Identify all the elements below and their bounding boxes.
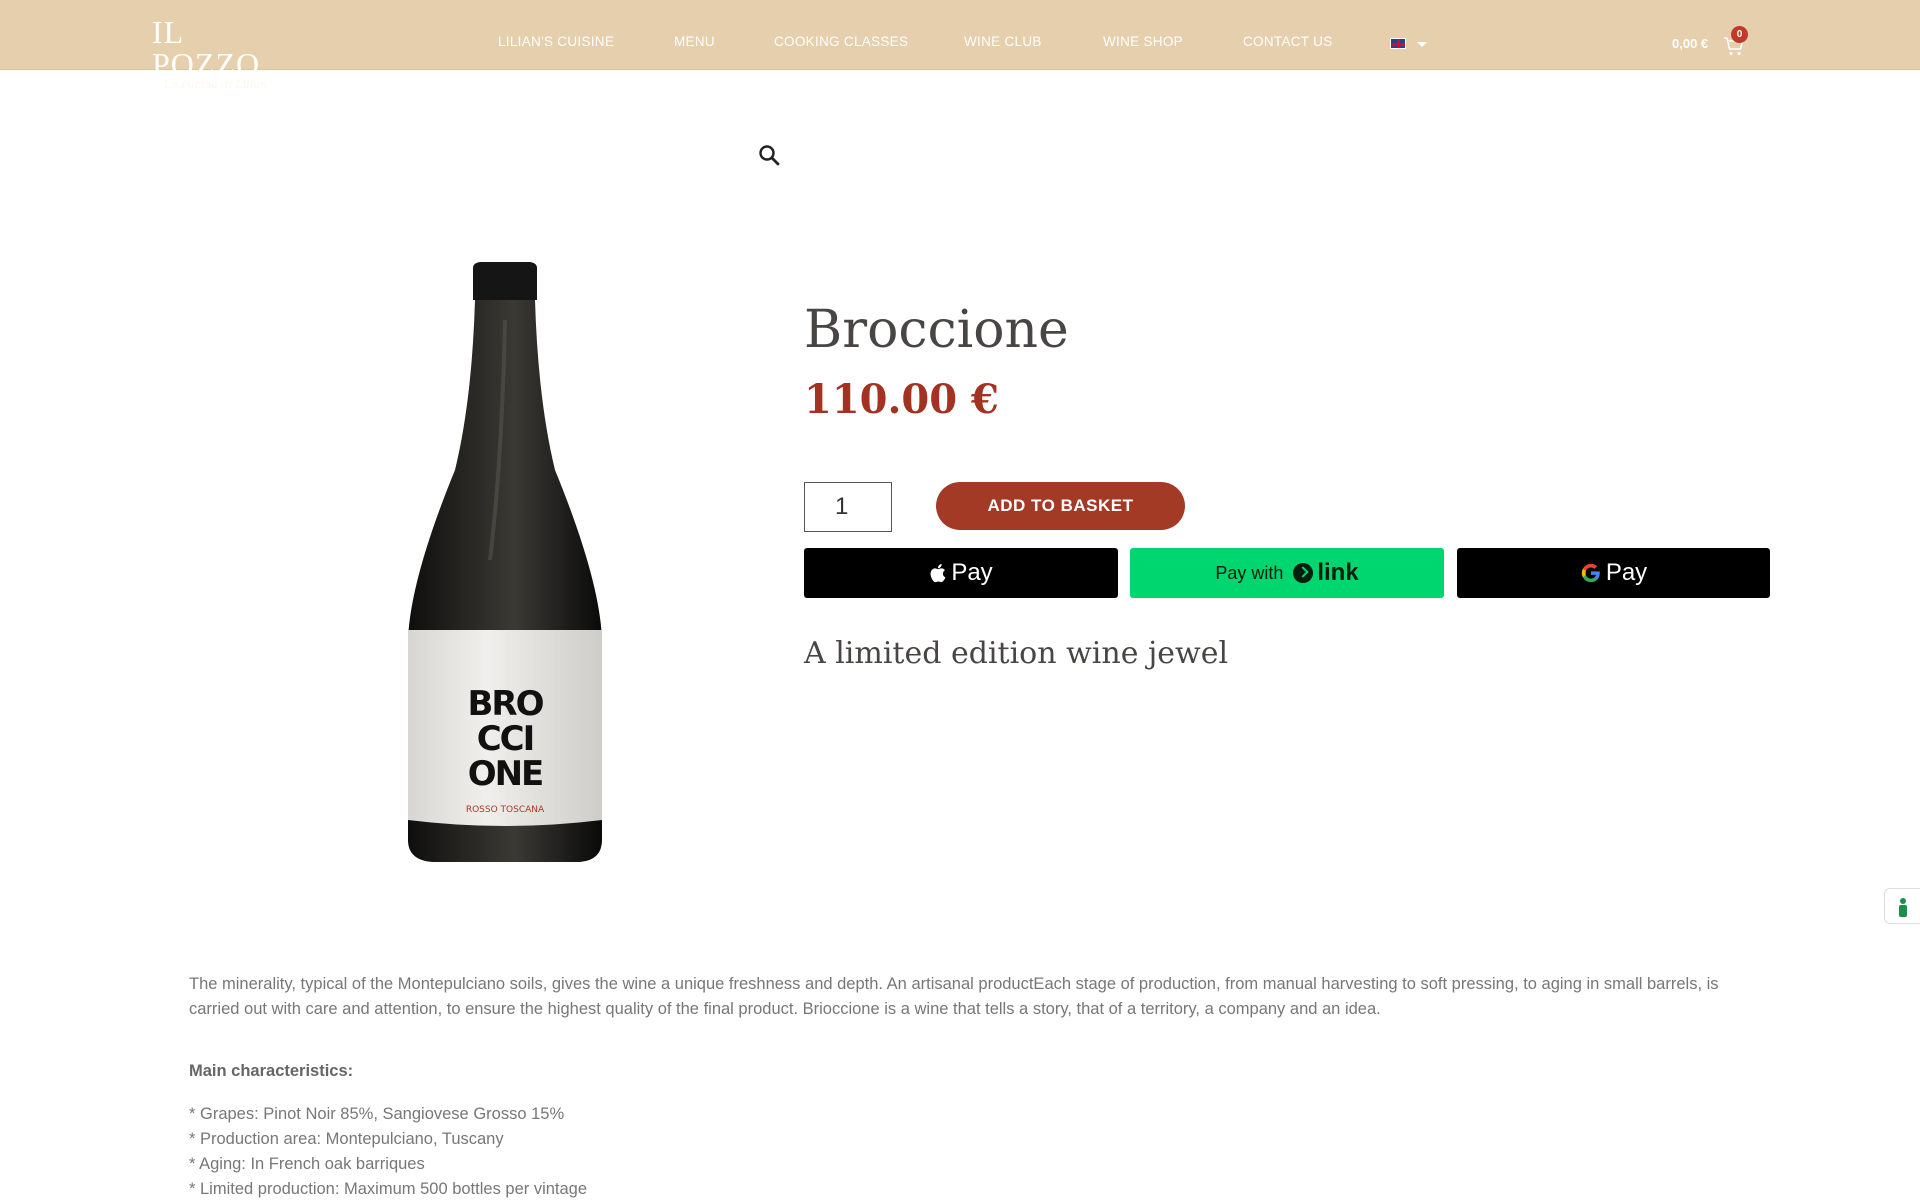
- link-pay-button[interactable]: Pay with link: [1130, 548, 1444, 598]
- logo-text: IL POZZO: [152, 14, 261, 82]
- nav-item-wine-shop[interactable]: WINE SHOP: [1103, 34, 1183, 49]
- product-title: Broccione: [804, 300, 1069, 360]
- cart-total: 0,00 €: [1672, 36, 1709, 51]
- list-item: * Grapes: Pinot Noir 85%, Sangiovese Gro…: [189, 1105, 565, 1123]
- uk-flag-icon: [1390, 38, 1406, 49]
- svg-text:ONE: ONE: [468, 754, 543, 794]
- add-to-basket-button[interactable]: ADD TO BASKET: [936, 482, 1185, 530]
- link-arrow-icon: [1293, 563, 1314, 583]
- product-tagline: A limited edition wine jewel: [804, 636, 1229, 671]
- bottle-sub-label: ROSSO TOSCANA: [466, 805, 545, 815]
- product-description: The minerality, typical of the Montepulc…: [189, 975, 1719, 1018]
- nav-item-contact-us[interactable]: CONTACT US: [1243, 34, 1333, 49]
- link-pay-brand: link: [1317, 559, 1359, 586]
- svg-text:CCI: CCI: [477, 719, 534, 759]
- apple-logo-icon: [930, 564, 946, 583]
- apple-pay-button[interactable]: Pay: [804, 548, 1118, 598]
- zoom-icon[interactable]: [758, 144, 780, 166]
- product-image[interactable]: BRO CCI ONE ROSSO TOSCANA: [390, 260, 620, 865]
- nav-item-cooking-classes[interactable]: COOKING CLASSES: [774, 34, 908, 49]
- cart-count-badge: 0: [1731, 26, 1748, 43]
- nav-item-lilians-cuisine[interactable]: LILIAN'S CUISINE: [498, 34, 614, 49]
- cart-button[interactable]: 0,00 € 0: [1672, 26, 1762, 58]
- site-logo[interactable]: IL POZZO La cucina di Lilian: [152, 16, 292, 91]
- list-item: * Limited production: Maximum 500 bottle…: [189, 1180, 588, 1198]
- nav-item-wine-club[interactable]: WINE CLUB: [964, 34, 1042, 49]
- google-pay-label: Pay: [1605, 559, 1648, 586]
- site-header: IL POZZO La cucina di Lilian LILIAN'S CU…: [0, 0, 1920, 91]
- product-price: 110.00 €: [804, 376, 999, 423]
- link-pay-prefix: Pay with: [1215, 562, 1284, 583]
- list-item: * Production area: Montepulciano, Tuscan…: [189, 1130, 504, 1148]
- apple-pay-label: Pay: [951, 559, 993, 586]
- svg-text:BRO: BRO: [468, 684, 544, 724]
- google-pay-button[interactable]: Pay: [1457, 548, 1770, 598]
- nav-item-menu[interactable]: MENU: [674, 34, 715, 49]
- list-item: * Aging: In French oak barriques: [189, 1155, 425, 1173]
- accessibility-widget-button[interactable]: [1884, 888, 1920, 924]
- logo-subtitle: La cucina di Lilian: [164, 78, 267, 91]
- chevron-down-icon: [1417, 42, 1427, 47]
- accessibility-icon: [1900, 898, 1906, 904]
- language-switcher[interactable]: [1390, 38, 1430, 52]
- characteristics-list: * Grapes: Pinot Noir 85%, Sangiovese Gro…: [189, 1102, 587, 1200]
- google-g-icon: [1581, 563, 1600, 583]
- characteristics-heading: Main characteristics:: [189, 1062, 354, 1080]
- quantity-input[interactable]: [804, 482, 892, 532]
